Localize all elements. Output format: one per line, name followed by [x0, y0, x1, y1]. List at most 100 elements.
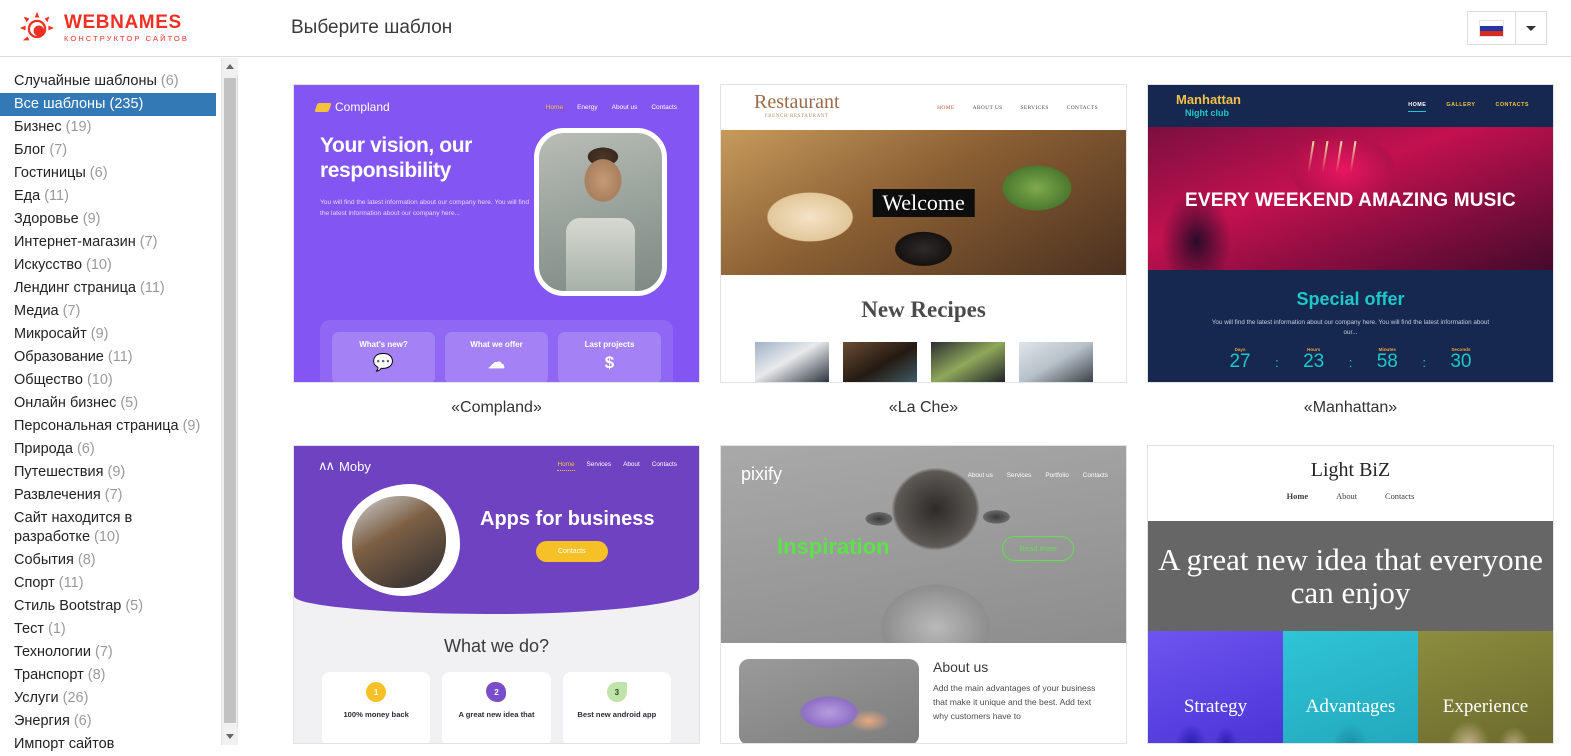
sidebar-item[interactable]: Развлечения (7) [0, 484, 216, 507]
logo-tagline: КОНСТРУКТОР САЙТОВ [64, 34, 189, 44]
preview-feature-card: Last projects $ [558, 332, 661, 382]
sidebar-item-count: (6) [156, 73, 179, 89]
sidebar-item-label: Энергия [14, 713, 70, 729]
sidebar-item[interactable]: Лендинг страница (11) [0, 277, 216, 300]
sidebar-item[interactable]: Образование (11) [0, 346, 216, 369]
template-card-compland[interactable]: Compland Home Energy About us Contacts Y… [293, 84, 700, 417]
app-header: WEBNAMES КОНСТРУКТОР САЙТОВ Выберите шаб… [0, 0, 1571, 57]
sidebar-item[interactable]: Интернет-магазин (7) [0, 231, 216, 254]
sidebar-item[interactable]: Природа (6) [0, 438, 216, 461]
sidebar-item-count: (9) [86, 326, 109, 342]
step-badge: 1 [366, 682, 387, 702]
sidebar-scrollbar[interactable] [221, 58, 238, 745]
preview-nav-links: Home Services About Contacts [557, 461, 677, 471]
template-preview[interactable]: Compland Home Energy About us Contacts Y… [293, 84, 700, 383]
sidebar-item[interactable]: Еда (11) [0, 185, 216, 208]
preview-thumb [930, 342, 1005, 382]
sidebar-item[interactable]: Гостиницы (6) [0, 162, 216, 185]
language-selector[interactable] [1467, 11, 1547, 45]
preview-nav: Compland Home Energy About us Contacts [294, 98, 699, 116]
sidebar-item-label: Блог [14, 142, 46, 158]
template-preview[interactable]: Manhattan Night club HOME GALLERY CONTAC… [1147, 84, 1554, 383]
countdown-unit: Days 27 [1229, 347, 1251, 372]
sidebar-item-count: (26) [58, 690, 89, 706]
wave-logo-icon: ∧∧ [318, 458, 335, 473]
sidebar-item[interactable]: Тест (1) [0, 618, 216, 641]
language-dropdown-button[interactable] [1516, 12, 1546, 44]
sidebar-item[interactable]: Стиль Bootstrap (5) [0, 595, 216, 618]
preview-hero-photo: EVERY WEEKEND AMAZING MUSIC [1148, 127, 1553, 270]
sidebar-item[interactable]: Случайные шаблоны (6) [0, 70, 216, 93]
template-card-moby[interactable]: ∧∧ Moby Home Services About Contacts App… [293, 445, 700, 745]
preview-headline: Apps for business [480, 508, 655, 530]
template-preview[interactable]: Light BiZ Home About Contacts A great ne… [1147, 445, 1554, 744]
sidebar-item[interactable]: Микросайт (9) [0, 323, 216, 346]
chevron-down-icon [1526, 25, 1536, 31]
sidebar-item[interactable]: Персональная страница (9) [0, 415, 216, 438]
sidebar-item-count: (7) [45, 142, 68, 158]
sidebar-item-count: (9) [78, 211, 101, 227]
preview-thumb-strip [721, 342, 1126, 382]
scroll-up-button[interactable] [222, 58, 238, 75]
sidebar-item-count: (10) [90, 529, 120, 545]
sidebar-item[interactable]: Услуги (26) [0, 687, 216, 710]
preview-about-section: About us Add the main advantages of your… [721, 643, 1126, 743]
preview-section-title: New Recipes [861, 297, 986, 322]
sidebar-item-label: Интернет-магазин [14, 234, 136, 250]
scroll-down-arrow-icon [226, 734, 234, 739]
preview-feature-card: What's new? 💬 [332, 332, 435, 382]
countdown-separator: : [1422, 355, 1426, 370]
swoosh-icon [314, 102, 332, 112]
preview-hero: A great new idea that everyone can enjoy [1148, 521, 1553, 631]
template-card-light-biz[interactable]: Light BiZ Home About Contacts A great ne… [1147, 445, 1554, 745]
sidebar-item-label: Все шаблоны [14, 96, 106, 112]
preview-paragraph: You will find the latest information abo… [1211, 319, 1490, 336]
sidebar-item-count: (11) [135, 280, 165, 296]
preview-brand: Manhattan Night club [1176, 92, 1241, 118]
sidebar-item[interactable]: Здоровье (9) [0, 208, 216, 231]
sidebar-item[interactable]: Технологии (7) [0, 641, 216, 664]
sidebar-item-count: (8) [73, 552, 96, 568]
template-preview[interactable]: Restaurant FRENCH RESTAURANT HOME ABOUT … [720, 84, 1127, 383]
countdown-unit: Minutes 58 [1376, 347, 1398, 372]
preview-moby: ∧∧ Moby Home Services About Contacts App… [294, 446, 699, 743]
sidebar-item-count: (6) [69, 713, 92, 729]
sidebar-item-label: Персональная страница [14, 418, 179, 434]
sidebar-item-label: Стиль Bootstrap [14, 598, 122, 614]
preview-panels: Strategy Advantages Experience [1148, 631, 1553, 743]
template-card-manhattan[interactable]: Manhattan Night club HOME GALLERY CONTAC… [1147, 84, 1554, 417]
preview-cta-button: Contacts [536, 541, 608, 562]
sidebar-item-count: (11) [54, 575, 84, 591]
scroll-down-button[interactable] [222, 728, 238, 745]
template-card-la-che[interactable]: Restaurant FRENCH RESTAURANT HOME ABOUT … [720, 84, 1127, 417]
template-preview[interactable]: pixify About us Services Portfolio Conta… [720, 445, 1127, 744]
sidebar-item[interactable]: Общество (10) [0, 369, 216, 392]
preview-pixify: pixify About us Services Portfolio Conta… [721, 446, 1126, 743]
sidebar-item[interactable]: Онлайн бизнес (5) [0, 392, 216, 415]
preview-thumb [1018, 342, 1093, 382]
sidebar-item-label: Медиа [14, 303, 59, 319]
sidebar-item[interactable]: Все шаблоны (235) [0, 93, 216, 116]
category-sidebar: Случайные шаблоны (6) Все шаблоны (235) Би… [0, 58, 238, 752]
scroll-up-arrow-icon [226, 64, 234, 69]
preview-nav: Manhattan Night club HOME GALLERY CONTAC… [1148, 85, 1553, 127]
sidebar-item[interactable]: Транспорт (8) [0, 664, 216, 687]
sidebar-item[interactable]: Медиа (7) [0, 300, 216, 323]
chat-bubbles-icon: 💬 [372, 353, 395, 372]
scrollbar-thumb[interactable] [224, 78, 236, 723]
preview-hero-photo: pixify About us Services Portfolio Conta… [721, 446, 1126, 643]
sidebar-item[interactable]: Сайт находится в разработке (10) [0, 507, 216, 549]
sidebar-item[interactable]: Спорт (11) [0, 572, 216, 595]
template-card-pixify[interactable]: pixify About us Services Portfolio Conta… [720, 445, 1127, 745]
sidebar-item[interactable]: Блог (7) [0, 139, 216, 162]
sidebar-item[interactable]: События (8) [0, 549, 216, 572]
sidebar-item[interactable]: Путешествия (9) [0, 461, 216, 484]
sidebar-item[interactable]: Бизнес (19) [0, 116, 216, 139]
sidebar-item[interactable]: Энергия (6) [0, 710, 216, 733]
template-preview[interactable]: ∧∧ Moby Home Services About Contacts App… [293, 445, 700, 744]
brand-logo[interactable]: WEBNAMES КОНСТРУКТОР САЙТОВ [18, 9, 189, 47]
language-flag-button[interactable] [1468, 12, 1516, 44]
sidebar-item[interactable]: Искусство (10) [0, 254, 216, 277]
sidebar-item-count: (5) [121, 598, 144, 614]
preview-feature-card: 1 100% money back [322, 672, 431, 743]
